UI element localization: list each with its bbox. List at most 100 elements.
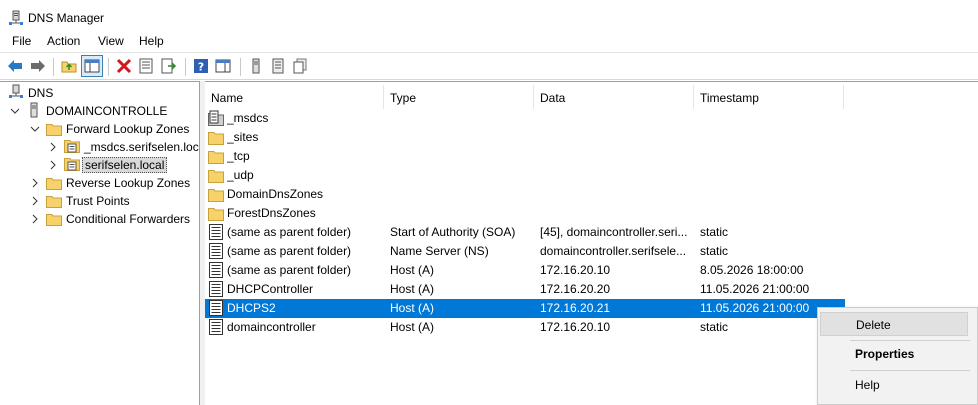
cell-type: Host (A) — [390, 263, 435, 277]
list-row[interactable]: _tcp — [205, 147, 845, 166]
list-row[interactable]: (same as parent folder) Host (A) 172.16.20… — [205, 261, 845, 280]
context-menu-properties[interactable]: Properties — [820, 342, 968, 366]
zone-icon — [64, 156, 80, 175]
show-hide-tree-icon[interactable] — [81, 55, 103, 77]
back-arrow-icon[interactable] — [6, 57, 24, 75]
column-header-type[interactable]: Type — [384, 85, 534, 109]
tree-node-zone-serifselen[interactable]: serifselen.local — [48, 156, 168, 175]
menu-help[interactable]: Help — [139, 34, 164, 48]
list-row[interactable]: domaincontroller Host (A) 172.16.20.10 stat… — [205, 318, 845, 337]
menu-view[interactable]: View — [98, 34, 124, 48]
list-row[interactable]: (same as parent folder) Start of Authorit… — [205, 223, 845, 242]
list-row[interactable]: _sites — [205, 128, 845, 147]
list-row[interactable]: _udp — [205, 166, 845, 185]
cell-name: (same as parent folder) — [227, 225, 352, 239]
list-row[interactable]: DHCPController Host (A) 172.16.20.20 11.05.… — [205, 280, 845, 299]
folder-icon — [46, 213, 62, 226]
record-icon — [208, 281, 224, 297]
chevron-down-icon[interactable] — [30, 124, 40, 134]
menu-separator — [850, 340, 970, 341]
delete-icon[interactable] — [115, 57, 133, 75]
cell-name: (same as parent folder) — [227, 244, 352, 258]
cell-timestamp: 11.05.2026 21:00:00 — [700, 282, 810, 296]
column-header-timestamp[interactable]: Timestamp — [694, 85, 844, 109]
context-menu-delete[interactable]: Delete — [820, 312, 968, 336]
cell-name: _udp — [227, 168, 254, 182]
zone-icon — [64, 138, 80, 157]
show-hide-action-pane-icon[interactable] — [214, 57, 232, 75]
cell-data: 172.16.20.10 — [540, 320, 611, 334]
list-view-icon[interactable] — [269, 57, 287, 75]
context-menu: Delete Properties Help — [817, 307, 978, 405]
title-bar: DNS Manager — [0, 0, 978, 30]
folder-icon — [208, 167, 224, 183]
menu-bar: File Action View Help — [0, 30, 978, 52]
menu-action[interactable]: Action — [47, 34, 80, 48]
column-header-data[interactable]: Data — [534, 85, 694, 109]
list-row[interactable]: (same as parent folder) Name Server (NS) d… — [205, 242, 845, 261]
forward-arrow-icon[interactable] — [29, 57, 47, 75]
cell-name: ForestDnsZones — [227, 206, 316, 220]
tree-node-zone-msdcs[interactable]: _msdcs.serifselen.loc — [48, 138, 199, 156]
chevron-right-icon[interactable] — [48, 142, 58, 152]
tree-label: _msdcs.serifselen.loc — [84, 140, 199, 154]
tree-label: Trust Points — [66, 194, 130, 208]
console-tree: DNS DOMAINCONTROLLE Forward Lookup Zones… — [0, 81, 200, 405]
record-icon — [208, 224, 224, 240]
cell-data: 172.16.20.10 — [540, 263, 611, 277]
cell-timestamp: static — [700, 244, 729, 258]
tree-node-server[interactable]: DOMAINCONTROLLE — [10, 102, 167, 120]
cell-name: DomainDnsZones — [227, 187, 324, 201]
context-menu-help[interactable]: Help — [820, 373, 968, 397]
cell-name: (same as parent folder) — [227, 263, 352, 277]
chevron-right-icon[interactable] — [30, 178, 40, 188]
record-icon — [208, 300, 224, 316]
tree-node-conditional-forwarders[interactable]: Conditional Forwarders — [30, 210, 190, 228]
folder-icon — [46, 123, 62, 136]
toolbar-separator — [240, 58, 241, 76]
menu-separator — [850, 370, 970, 371]
list-row[interactable]: _msdcs — [205, 109, 845, 128]
toolbar-separator — [53, 58, 54, 76]
properties-icon[interactable] — [137, 57, 155, 75]
cell-timestamp: static — [700, 225, 729, 239]
list-row[interactable]: ForestDnsZones — [205, 204, 845, 223]
cell-data: 172.16.20.21 — [540, 301, 611, 315]
tree-label: Reverse Lookup Zones — [66, 176, 191, 190]
tree-label: Forward Lookup Zones — [66, 122, 190, 136]
copy-icon[interactable] — [291, 57, 309, 75]
up-folder-icon[interactable] — [60, 57, 78, 75]
toolbar-separator — [108, 58, 109, 76]
folder-icon — [46, 177, 62, 190]
tree-label: DNS — [28, 86, 54, 100]
list-row[interactable]: DomainDnsZones — [205, 185, 845, 204]
toolbar: ? — [0, 52, 978, 80]
cell-timestamp: 8.05.2026 18:00:00 — [700, 263, 804, 277]
chevron-right-icon[interactable] — [30, 196, 40, 206]
chevron-down-icon[interactable] — [10, 106, 20, 116]
chevron-right-icon[interactable] — [48, 160, 58, 170]
cell-name: DHCPS2 — [227, 301, 276, 315]
tree-node-reverse-lookup-zones[interactable]: Reverse Lookup Zones — [30, 174, 190, 192]
record-icon — [208, 262, 224, 278]
svg-text:?: ? — [198, 61, 204, 74]
menu-file[interactable]: File — [12, 34, 31, 48]
help-icon[interactable]: ? — [192, 57, 210, 75]
dns-manager-icon — [8, 10, 24, 26]
record-icon — [208, 243, 224, 259]
cell-type: Host (A) — [390, 301, 435, 315]
tree-node-dns[interactable]: DNS — [8, 84, 53, 102]
cell-data: domaincontroller.serifsele... — [540, 244, 687, 258]
cell-name: domaincontroller — [227, 320, 316, 334]
list-row[interactable]: DHCPS2 Host (A) 172.16.20.21 11.05.2026 21:… — [205, 299, 845, 318]
cell-name: _msdcs — [227, 111, 269, 125]
export-list-icon[interactable] — [160, 57, 178, 75]
tree-node-trust-points[interactable]: Trust Points — [30, 192, 130, 210]
tree-node-forward-lookup-zones[interactable]: Forward Lookup Zones — [30, 120, 189, 138]
cell-data: [45], domaincontroller.seri... — [540, 225, 688, 239]
column-header-name[interactable]: Name — [205, 85, 384, 109]
chevron-right-icon[interactable] — [30, 214, 40, 224]
folder-icon — [208, 129, 224, 145]
folder-icon — [208, 148, 224, 164]
server-icon[interactable] — [247, 57, 265, 75]
